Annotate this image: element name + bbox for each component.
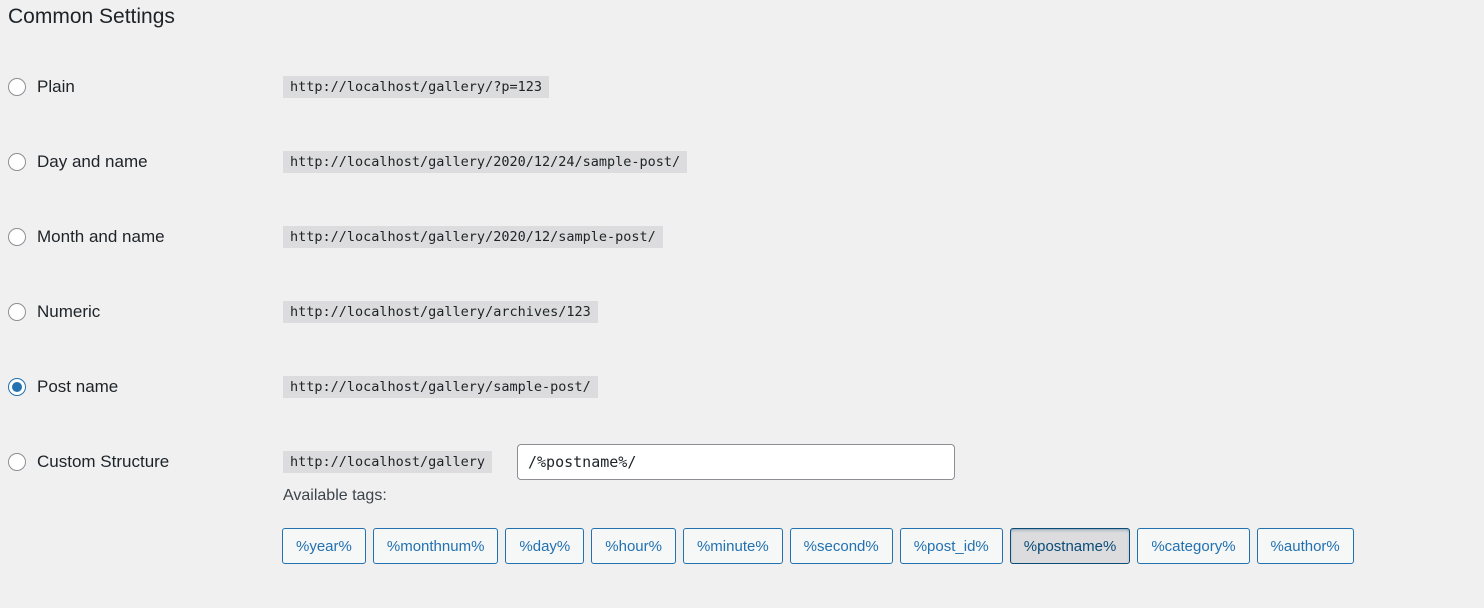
radio-button[interactable] — [8, 303, 26, 321]
radio-button[interactable] — [8, 453, 26, 471]
radio-label: Numeric — [37, 302, 101, 321]
permalink-example: http://localhost/gallery/archives/123 — [283, 301, 598, 323]
available-tags-label: Available tags: — [283, 487, 387, 504]
permalink-base-prefix: http://localhost/gallery — [283, 451, 493, 473]
radio-label: Day and name — [37, 152, 148, 171]
radio-custom-structure[interactable]: Custom Structure — [8, 447, 169, 477]
radio-label: Post name — [37, 377, 119, 396]
tag-button-postname[interactable]: %postname% — [1009, 528, 1131, 564]
radio-numeric[interactable]: Numeric — [8, 297, 100, 327]
tag-button-category[interactable]: %category% — [1137, 528, 1250, 564]
radio-post-name[interactable]: Post name — [8, 372, 118, 402]
section-title: Common Settings — [8, 5, 175, 28]
option-row-numeric: Numeric http://localhost/gallery/archive… — [0, 297, 1484, 327]
radio-button[interactable] — [8, 78, 26, 96]
radio-label: Custom Structure — [37, 452, 170, 471]
tag-button-year[interactable]: %year% — [282, 528, 366, 564]
custom-structure-input[interactable] — [517, 444, 955, 480]
permalink-example: http://localhost/gallery/sample-post/ — [283, 376, 598, 398]
tag-button-second[interactable]: %second% — [789, 528, 893, 564]
tag-button-hour[interactable]: %hour% — [591, 528, 676, 564]
permalink-settings-page: Common Settings Plain http://localhost/g… — [0, 0, 1484, 608]
tag-button-monthnum[interactable]: %monthnum% — [372, 528, 499, 564]
radio-month-and-name[interactable]: Month and name — [8, 222, 165, 252]
permalink-example: http://localhost/gallery/2020/12/sample-… — [283, 226, 663, 248]
option-row-month-and-name: Month and name http://localhost/gallery/… — [0, 222, 1484, 252]
option-row-plain: Plain http://localhost/gallery/?p=123 — [0, 72, 1484, 102]
option-row-post-name: Post name http://localhost/gallery/sampl… — [0, 372, 1484, 402]
radio-plain[interactable]: Plain — [8, 72, 75, 102]
permalink-example: http://localhost/gallery/?p=123 — [283, 76, 549, 98]
radio-day-and-name[interactable]: Day and name — [8, 147, 148, 177]
tag-button-author[interactable]: %author% — [1256, 528, 1354, 564]
permalink-example: http://localhost/gallery/2020/12/24/samp… — [283, 151, 688, 173]
tag-button-minute[interactable]: %minute% — [682, 528, 783, 564]
radio-button-checked[interactable] — [8, 378, 26, 396]
radio-label: Plain — [37, 77, 75, 96]
option-row-custom-structure: Custom Structure http://localhost/galler… — [0, 444, 1484, 480]
option-row-day-and-name: Day and name http://localhost/gallery/20… — [0, 147, 1484, 177]
radio-label: Month and name — [37, 227, 165, 246]
radio-button[interactable] — [8, 153, 26, 171]
tag-button-post-id[interactable]: %post_id% — [899, 528, 1003, 564]
tag-button-day[interactable]: %day% — [505, 528, 585, 564]
available-tags-list: %year% %monthnum% %day% %hour% %minute% … — [282, 528, 1354, 564]
radio-button[interactable] — [8, 228, 26, 246]
